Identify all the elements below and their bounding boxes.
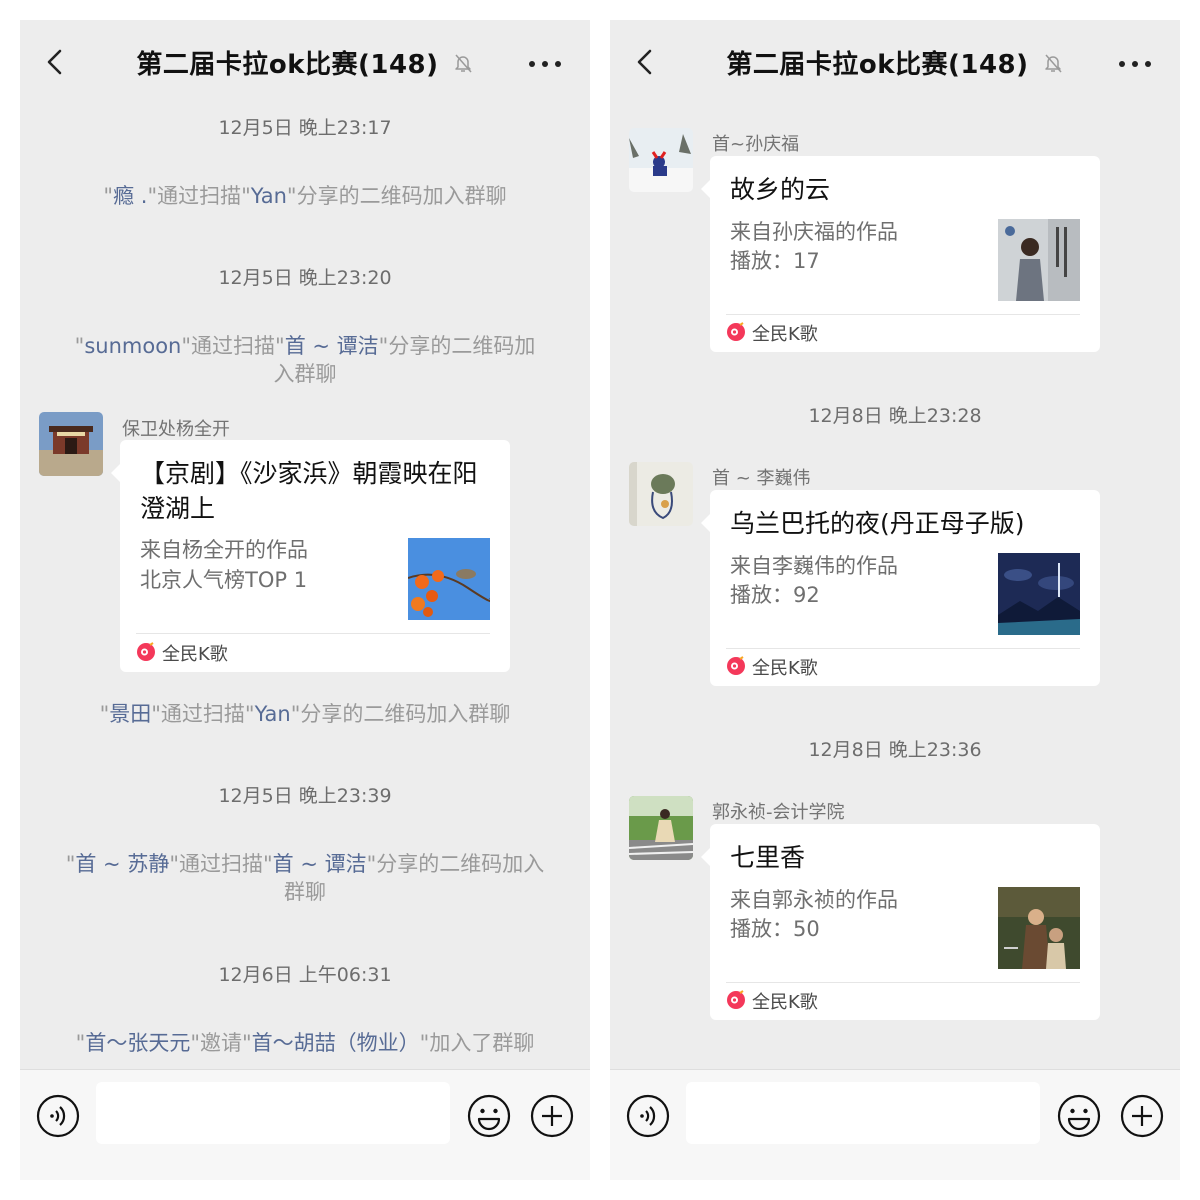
author-line: 来自孙庆福的作品: [730, 220, 898, 244]
system-text: "通过扫描": [181, 334, 285, 358]
song-title: 乌兰巴托的夜(丹正母子版): [730, 509, 1025, 538]
mute-bell-icon: [1044, 54, 1062, 72]
system-message: "首 ~ 苏静"通过扫描"首 ~ 谭洁"分享的二维码加入群聊: [65, 850, 545, 906]
timestamp: 12月6日 上午06:31: [218, 964, 392, 986]
user-name-link[interactable]: 首～胡喆（物业）: [252, 1031, 420, 1055]
user-name-link[interactable]: 首 ~ 谭洁: [273, 852, 367, 876]
divider: [136, 633, 490, 634]
chat-title[interactable]: 第二届卡拉ok比赛(148): [726, 50, 1028, 80]
song-title: 【京剧】《沙家浜》朝霞映在阳澄湖上: [140, 459, 478, 523]
quote: ": [99, 702, 110, 726]
author-line: 来自杨全开的作品: [140, 538, 308, 562]
sender-name: 保卫处杨全开: [122, 419, 230, 440]
source-name: 全民K歌: [752, 658, 818, 679]
divider: [726, 648, 1080, 649]
sender-name: 首~孙庆福: [712, 134, 800, 155]
quote: ": [75, 1031, 86, 1055]
kge-logo-icon: [137, 642, 155, 661]
timestamp: 12月8日 晚上23:28: [808, 405, 982, 427]
emoji-icon[interactable]: [1056, 1093, 1102, 1139]
author-line: 来自李巍伟的作品: [730, 554, 898, 578]
voice-input-icon[interactable]: [626, 1094, 670, 1138]
chat-title[interactable]: 第二届卡拉ok比赛(148): [136, 50, 438, 80]
sender-name: 郭永祯-会计学院: [712, 802, 845, 823]
right-chat-screen: 第二届卡拉ok比赛(148) 首~孙庆福 故乡的云 来自孙庆福的作品 播放：17: [610, 20, 1180, 1180]
kge-share-card[interactable]: 【京剧】《沙家浜》朝霞映在阳澄湖上 来自杨全开的作品 北京人气榜TOP 1 全民…: [111, 440, 510, 672]
cover-thumbnail: [998, 553, 1080, 635]
play-count: 播放：92: [730, 583, 820, 607]
user-name-link[interactable]: 景田: [109, 702, 151, 726]
input-toolbar: [20, 1069, 590, 1180]
song-title: 故乡的云: [730, 175, 831, 204]
song-title: 七里香: [730, 843, 806, 872]
system-message: "瘾 ."通过扫描"Yan"分享的二维码加入群聊: [65, 182, 545, 210]
voice-input-icon[interactable]: [36, 1094, 80, 1138]
system-message: "sunmoon"通过扫描"首 ~ 谭洁"分享的二维码加入群聊: [65, 332, 545, 388]
more-icon[interactable]: [528, 60, 562, 68]
more-icon[interactable]: [1118, 60, 1152, 68]
cover-thumbnail: [998, 887, 1080, 969]
author-line: 来自郭永祯的作品: [730, 888, 898, 912]
avatar[interactable]: [629, 462, 693, 526]
avatar[interactable]: [629, 796, 693, 860]
system-text: "分享的二维码加入群聊: [290, 702, 511, 726]
quote: ": [103, 184, 114, 208]
timestamp: 12月5日 晚上23:39: [218, 785, 392, 807]
avatar[interactable]: [629, 128, 693, 192]
quote: ": [74, 334, 85, 358]
chat-title-wrap: 第二届卡拉ok比赛(148): [610, 44, 1180, 80]
chat-header: 第二届卡拉ok比赛(148): [610, 20, 1180, 104]
avatar[interactable]: [39, 412, 103, 476]
message-input[interactable]: [96, 1082, 450, 1144]
kge-logo-icon: [727, 990, 745, 1009]
user-name-link[interactable]: 首 ~ 谭洁: [285, 334, 379, 358]
user-name-link[interactable]: sunmoon: [84, 334, 181, 358]
system-message: "景田"通过扫描"Yan"分享的二维码加入群聊: [65, 700, 545, 728]
divider: [726, 314, 1080, 315]
ranking-line: 北京人气榜TOP 1: [140, 568, 308, 592]
kge-share-card[interactable]: 故乡的云 来自孙庆福的作品 播放：17 全民K歌: [701, 156, 1100, 352]
quote: ": [65, 852, 76, 876]
cover-thumbnail: [408, 538, 490, 620]
emoji-icon[interactable]: [466, 1093, 512, 1139]
divider: [726, 982, 1080, 983]
system-text: "分享的二维码加入群聊: [286, 184, 507, 208]
timestamp: 12月8日 晚上23:36: [808, 739, 982, 761]
source-name: 全民K歌: [752, 324, 818, 345]
kge-share-card[interactable]: 乌兰巴托的夜(丹正母子版) 来自李巍伟的作品 播放：92 全民K歌: [701, 490, 1100, 686]
chat-header: 第二届卡拉ok比赛(148): [20, 20, 590, 104]
left-chat-screen: 第二届卡拉ok比赛(148) 12月5日 晚上23:17 "瘾 ."通过扫描"Y…: [20, 20, 590, 1180]
play-count: 播放：50: [730, 917, 820, 941]
system-text: "通过扫描": [151, 702, 255, 726]
chat-title-wrap: 第二届卡拉ok比赛(148): [20, 44, 590, 80]
sender-name: 首 ~ 李巍伟: [712, 468, 811, 489]
mute-bell-icon: [454, 54, 472, 72]
user-name-link[interactable]: 首 ~ 苏静: [75, 852, 169, 876]
kge-share-card[interactable]: 七里香 来自郭永祯的作品 播放：50 全民K歌: [701, 824, 1100, 1020]
plus-icon[interactable]: [1119, 1093, 1165, 1139]
system-text: "通过扫描": [147, 184, 251, 208]
input-toolbar: [610, 1069, 1180, 1180]
play-count: 播放：17: [730, 249, 820, 273]
system-text: "通过扫描": [169, 852, 273, 876]
cover-thumbnail: [998, 219, 1080, 301]
user-name-link[interactable]: 首～张天元: [85, 1031, 190, 1055]
system-text: "加入了群聊: [419, 1031, 535, 1055]
timestamp: 12月5日 晚上23:17: [218, 117, 392, 139]
kge-logo-icon: [727, 656, 745, 675]
user-name-link[interactable]: Yan: [251, 184, 287, 208]
plus-icon[interactable]: [529, 1093, 575, 1139]
message-input[interactable]: [686, 1082, 1040, 1144]
user-name-link[interactable]: 瘾 .: [113, 184, 147, 208]
user-name-link[interactable]: Yan: [255, 702, 291, 726]
system-message: "首～张天元"邀请"首～胡喆（物业）"加入了群聊: [65, 1029, 545, 1067]
timestamp: 12月5日 晚上23:20: [218, 267, 392, 289]
system-text: "邀请": [190, 1031, 252, 1055]
source-name: 全民K歌: [162, 644, 228, 665]
kge-logo-icon: [727, 322, 745, 341]
source-name: 全民K歌: [752, 992, 818, 1013]
